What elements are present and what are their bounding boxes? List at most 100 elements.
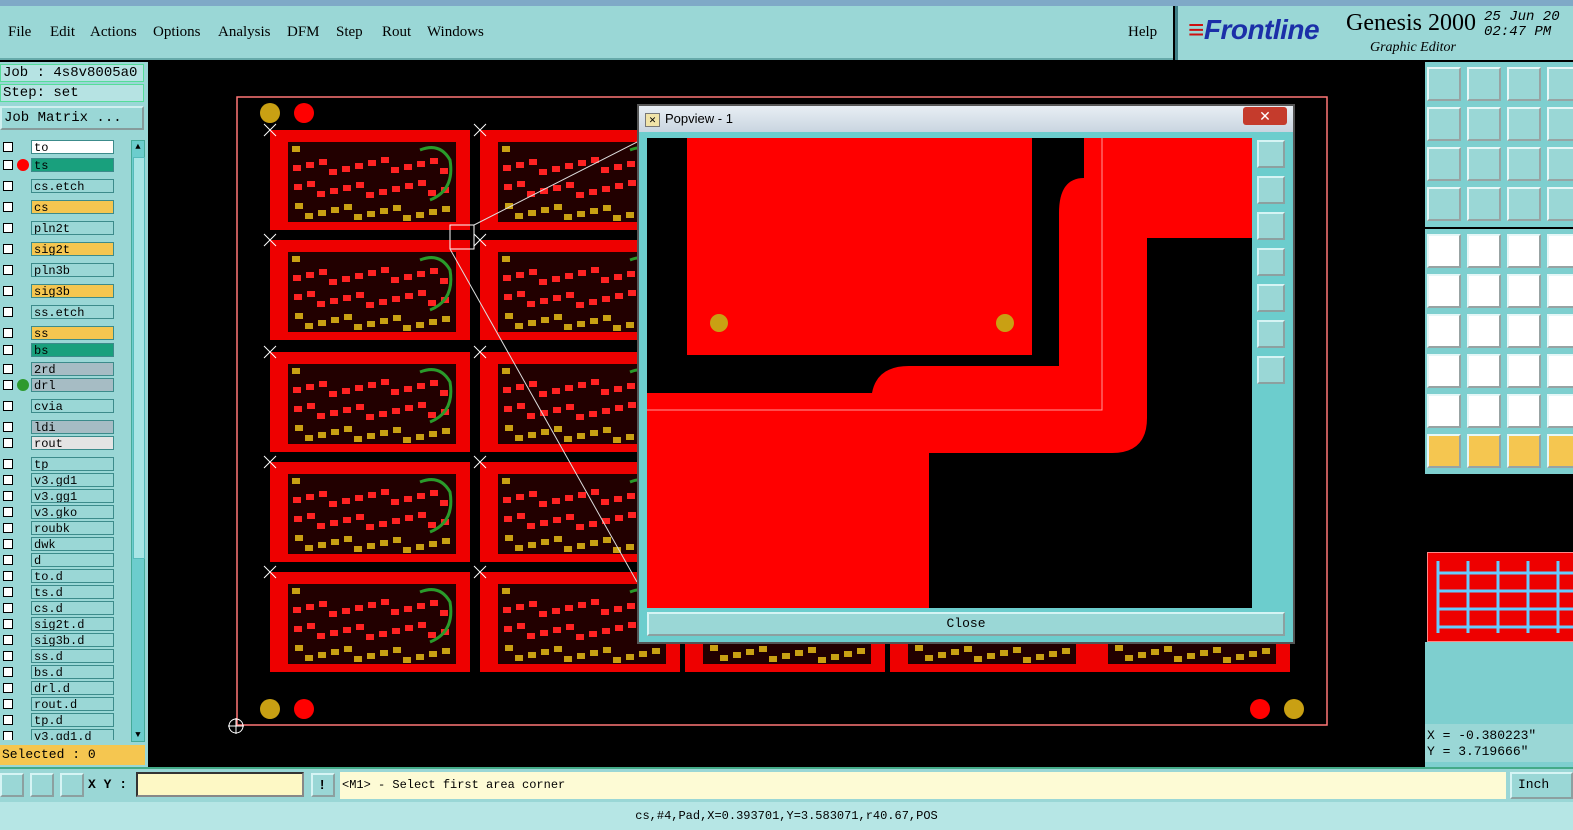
connect-icon[interactable]: [1547, 274, 1573, 308]
menu-dfm[interactable]: DFM: [287, 24, 320, 41]
layer-name[interactable]: sig2t: [31, 242, 114, 256]
layer-checkbox[interactable]: [3, 202, 13, 212]
layer-name[interactable]: sig3b.d: [31, 633, 114, 647]
layer-checkbox[interactable]: [3, 244, 13, 254]
rotate-icon[interactable]: [1507, 314, 1541, 348]
layer-display-dot[interactable]: [17, 159, 29, 171]
layer-list-scrollbar[interactable]: ▲ ▼: [131, 140, 145, 742]
layer-row[interactable]: d: [0, 553, 118, 567]
layer-checkbox[interactable]: [3, 265, 13, 275]
layer-checkbox[interactable]: [3, 667, 13, 677]
layer-name[interactable]: drl: [31, 378, 114, 392]
menu-rout[interactable]: Rout: [382, 24, 411, 41]
layer-checkbox[interactable]: [3, 619, 13, 629]
resize-icon[interactable]: [1467, 354, 1501, 388]
layer-name[interactable]: bs: [31, 343, 114, 357]
menu-analysis[interactable]: Analysis: [218, 24, 271, 41]
layer-row[interactable]: tp: [0, 457, 118, 471]
layer-checkbox[interactable]: [3, 438, 13, 448]
layer-row[interactable]: rout.d: [0, 697, 118, 711]
step-icon[interactable]: [1547, 394, 1573, 428]
popview-close-button[interactable]: Close: [647, 612, 1285, 636]
select-add-icon[interactable]: [1467, 434, 1501, 468]
layer-row[interactable]: to: [0, 140, 118, 154]
layer-display-icon[interactable]: [1507, 187, 1541, 221]
pv-pan-up-icon[interactable]: [1257, 176, 1285, 204]
help-icon[interactable]: [1547, 147, 1573, 181]
layer-checkbox[interactable]: [3, 307, 13, 317]
layer-row[interactable]: ss.etch: [0, 305, 118, 319]
popview-titlebar[interactable]: ✕ Popview - 1 ✕: [639, 106, 1293, 132]
layer-checkbox[interactable]: [3, 459, 13, 469]
layer-name[interactable]: ts.d: [31, 585, 114, 599]
layer-checkbox[interactable]: [3, 223, 13, 233]
layer-checkbox[interactable]: [3, 328, 13, 338]
layer-name[interactable]: v3.gko: [31, 505, 114, 519]
layer-row[interactable]: cs.d: [0, 601, 118, 615]
layer-row[interactable]: pln2t: [0, 221, 118, 235]
measure-ruler-icon[interactable]: [1507, 234, 1541, 268]
layer-name[interactable]: cs.d: [31, 601, 114, 615]
layer-name[interactable]: pln2t: [31, 221, 114, 235]
zoom-up-icon[interactable]: [1427, 67, 1461, 101]
pad-icon[interactable]: [1467, 187, 1501, 221]
node-icon[interactable]: [1427, 274, 1461, 308]
snap-icon[interactable]: [1427, 187, 1461, 221]
layer-row[interactable]: ss.d: [0, 649, 118, 663]
grid-icon[interactable]: [60, 773, 84, 797]
menu-help[interactable]: Help: [1128, 24, 1157, 41]
layer-row[interactable]: cs.etch: [0, 179, 118, 193]
triangle-icon[interactable]: [1427, 394, 1461, 428]
snap-mode-icon[interactable]: [0, 773, 24, 797]
layer-row[interactable]: drl: [0, 378, 118, 392]
layer-row[interactable]: sig2t.d: [0, 617, 118, 631]
scroll-up-icon[interactable]: ▲: [132, 141, 144, 153]
pv-pan-left-icon[interactable]: [1257, 248, 1285, 276]
line-edit-icon[interactable]: [1467, 314, 1501, 348]
layer-row[interactable]: v3.gd1.d: [0, 729, 118, 740]
layer-checkbox[interactable]: [3, 401, 13, 411]
layer-row[interactable]: sig2t: [0, 242, 118, 256]
arc-icon[interactable]: [1427, 314, 1461, 348]
layer-checkbox[interactable]: [3, 651, 13, 661]
layer-checkbox[interactable]: [3, 345, 13, 355]
layer-checkbox[interactable]: [3, 635, 13, 645]
layer-row[interactable]: sig3b: [0, 284, 118, 298]
pad-add-icon[interactable]: [1427, 234, 1461, 268]
layer-row[interactable]: ts: [0, 158, 118, 172]
dot-icon[interactable]: [1547, 234, 1573, 268]
measure-icon[interactable]: [30, 773, 54, 797]
layer-row[interactable]: sig3b.d: [0, 633, 118, 647]
window-close-icon[interactable]: ✕: [1243, 107, 1287, 125]
layer-checkbox[interactable]: [3, 491, 13, 501]
layer-checkbox[interactable]: [3, 587, 13, 597]
layer-row[interactable]: cs: [0, 200, 118, 214]
layer-name[interactable]: rout: [31, 436, 114, 450]
layer-row[interactable]: ldi: [0, 420, 118, 434]
menu-edit[interactable]: Edit: [50, 24, 75, 41]
layer-name[interactable]: ts: [31, 158, 114, 172]
pan-right-icon[interactable]: [1467, 107, 1501, 141]
zoom-extra2-icon[interactable]: [1547, 107, 1573, 141]
delete-icon[interactable]: [1467, 274, 1501, 308]
arrow-up-icon[interactable]: [1467, 394, 1501, 428]
layer-checkbox[interactable]: [3, 142, 13, 152]
layer-name[interactable]: cvia: [31, 399, 114, 413]
layer-name[interactable]: dwk: [31, 537, 114, 551]
layer-name[interactable]: sig2t.d: [31, 617, 114, 631]
select-step-icon[interactable]: [1547, 434, 1573, 468]
layer-name[interactable]: pln3b: [31, 263, 114, 277]
layer-name[interactable]: ss: [31, 326, 114, 340]
layer-checkbox[interactable]: [3, 160, 13, 170]
layer-checkbox[interactable]: [3, 286, 13, 296]
layer-name[interactable]: tp.d: [31, 713, 114, 727]
copy-icon[interactable]: [1427, 354, 1461, 388]
xy-input[interactable]: [136, 772, 304, 797]
zoom-window-icon[interactable]: [1427, 147, 1461, 181]
pv-zoom-in-icon[interactable]: [1257, 320, 1285, 348]
layer-name[interactable]: ss.d: [31, 649, 114, 663]
layer-row[interactable]: 2rd: [0, 362, 118, 376]
layer-row[interactable]: drl.d: [0, 681, 118, 695]
layer-row[interactable]: bs.d: [0, 665, 118, 679]
layer-name[interactable]: drl.d: [31, 681, 114, 695]
